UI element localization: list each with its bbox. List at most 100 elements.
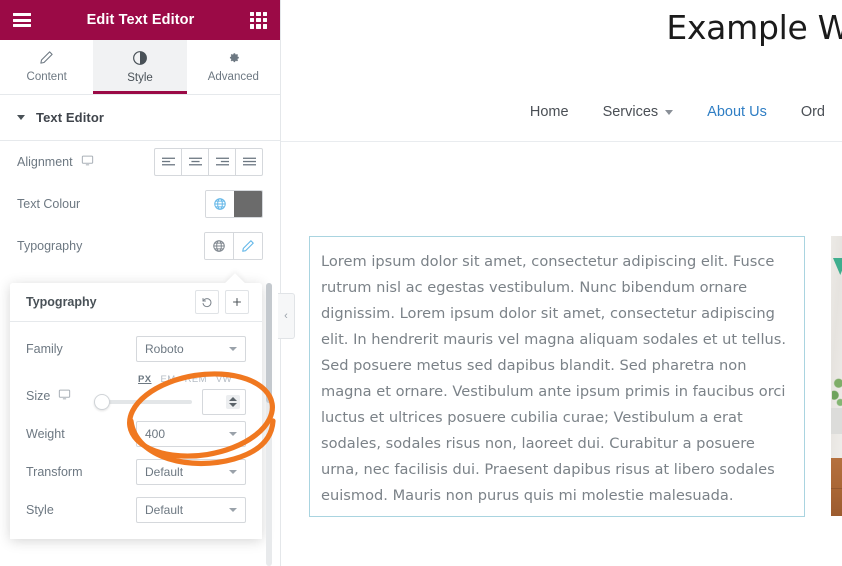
size-stepper[interactable]: [226, 395, 240, 409]
chevron-left-icon: ‹: [284, 309, 288, 322]
family-label: Family: [26, 342, 63, 356]
globe-icon[interactable]: [205, 233, 233, 259]
tab-advanced[interactable]: Advanced: [187, 40, 280, 94]
unit-px[interactable]: PX: [138, 374, 151, 385]
chevron-down-icon: [665, 109, 674, 115]
field-transform: Transform Default: [10, 453, 262, 491]
gear-icon: [226, 50, 241, 65]
desktop-monitor-icon[interactable]: [81, 154, 94, 170]
transform-label: Transform: [26, 465, 83, 479]
text-colour-swatch[interactable]: [234, 191, 262, 217]
image-pot: [831, 408, 842, 434]
side-image: [831, 236, 842, 516]
app-root: Example W Home Services About Us Ord Lor…: [0, 0, 842, 566]
canvas-left-edge: [280, 0, 281, 566]
panel-tabs: Content Style Advanced: [0, 40, 280, 95]
size-label: Size: [26, 389, 51, 403]
globe-icon[interactable]: [206, 191, 234, 217]
tab-label: Advanced: [207, 71, 259, 84]
control-label: Typography: [17, 239, 204, 253]
field-style: Style Default: [10, 491, 262, 529]
image-plant: [832, 364, 842, 412]
size-unit-switcher: PX EM REM VW: [94, 374, 246, 385]
unit-em[interactable]: EM: [161, 374, 176, 385]
chevron-down-icon: [229, 508, 237, 512]
typography-popover: Typography Family Roboto Size PX EM REM …: [10, 273, 262, 539]
family-select[interactable]: Roboto: [136, 336, 246, 362]
desktop-monitor-icon[interactable]: [58, 388, 71, 404]
nav-divider: [280, 141, 842, 142]
typography-label: Typography: [17, 239, 83, 253]
size-control: PX EM REM VW: [94, 374, 246, 415]
tab-content[interactable]: Content: [0, 40, 93, 94]
elementor-editor-panel: Edit Text Editor Content Style Advanced …: [0, 0, 280, 566]
unit-vw[interactable]: VW: [216, 374, 232, 385]
alignment-segmented-control: [154, 148, 263, 176]
tab-style[interactable]: Style: [93, 40, 187, 94]
preview-canvas: Example W Home Services About Us Ord Lor…: [280, 0, 842, 566]
size-slider[interactable]: [94, 394, 192, 410]
panel-title: Edit Text Editor: [86, 12, 195, 28]
size-input[interactable]: [202, 389, 246, 415]
unit-rem[interactable]: REM: [185, 374, 207, 385]
nav-item-orders[interactable]: Ord: [784, 104, 842, 120]
pencil-edit-icon[interactable]: [233, 233, 262, 259]
contrast-icon: [132, 50, 148, 66]
grid-apps-icon[interactable]: [250, 11, 267, 29]
typography-controls: [204, 232, 263, 260]
section-title: Text Editor: [36, 110, 105, 125]
nav-item-label: Ord: [800, 104, 825, 120]
align-justify-button[interactable]: [236, 149, 262, 175]
transform-select[interactable]: Default: [136, 459, 246, 485]
caret-down-icon: [17, 115, 25, 120]
scrollbar-thumb[interactable]: [266, 283, 272, 403]
slider-knob[interactable]: [94, 394, 110, 410]
family-value: Roboto: [145, 342, 184, 356]
site-nav: Home Services About Us Ord: [280, 104, 842, 120]
pencil-icon: [39, 50, 54, 65]
panel-scrollbar[interactable]: [266, 283, 272, 566]
chevron-down-icon: [229, 470, 237, 474]
weight-value: 400: [145, 427, 166, 441]
field-size: Size PX EM REM VW: [10, 368, 262, 415]
popover-title: Typography: [26, 295, 97, 309]
control-label: Text Colour: [17, 197, 205, 211]
site-title: Example W: [666, 8, 842, 47]
section-header-text-editor[interactable]: Text Editor: [0, 95, 280, 141]
align-center-button[interactable]: [182, 149, 209, 175]
weight-label: Weight: [26, 427, 65, 441]
style-select[interactable]: Default: [136, 497, 246, 523]
nav-item-label: Services: [602, 104, 659, 120]
hamburger-icon[interactable]: [13, 13, 31, 27]
nav-item-services[interactable]: Services: [586, 104, 691, 120]
typography-field: [204, 232, 263, 260]
nav-item-home[interactable]: Home: [513, 104, 586, 120]
align-right-button[interactable]: [209, 149, 236, 175]
chevron-down-icon: [229, 432, 237, 436]
alignment-options: [154, 148, 263, 176]
text-colour-label: Text Colour: [17, 197, 81, 211]
nav-item-label: About Us: [707, 104, 767, 120]
field-family: Family Roboto: [10, 330, 262, 368]
popover-body: Family Roboto Size PX EM REM VW Weight 4…: [10, 322, 262, 539]
nav-item-about-us[interactable]: About Us: [690, 104, 784, 120]
weight-select[interactable]: 400: [136, 421, 246, 447]
reset-undo-icon[interactable]: [195, 290, 219, 314]
control-alignment: Alignment: [0, 141, 280, 183]
transform-value: Default: [145, 465, 184, 479]
image-floor-line: [831, 488, 842, 489]
align-left-button[interactable]: [155, 149, 182, 175]
image-floor: [831, 458, 842, 516]
text-colour-field: [205, 190, 263, 218]
style-value: Default: [145, 503, 184, 517]
text-colour-controls: [205, 190, 263, 218]
panel-collapse-handle[interactable]: ‹: [278, 293, 295, 339]
control-label: Alignment: [17, 154, 154, 170]
alignment-label: Alignment: [17, 155, 73, 169]
plus-icon[interactable]: [225, 290, 249, 314]
tab-label: Style: [127, 71, 153, 84]
text-editor-widget[interactable]: Lorem ipsum dolor sit amet, consectetur …: [309, 236, 805, 517]
control-typography: Typography: [0, 225, 280, 267]
tab-label: Content: [26, 71, 67, 84]
style-label: Style: [26, 503, 54, 517]
